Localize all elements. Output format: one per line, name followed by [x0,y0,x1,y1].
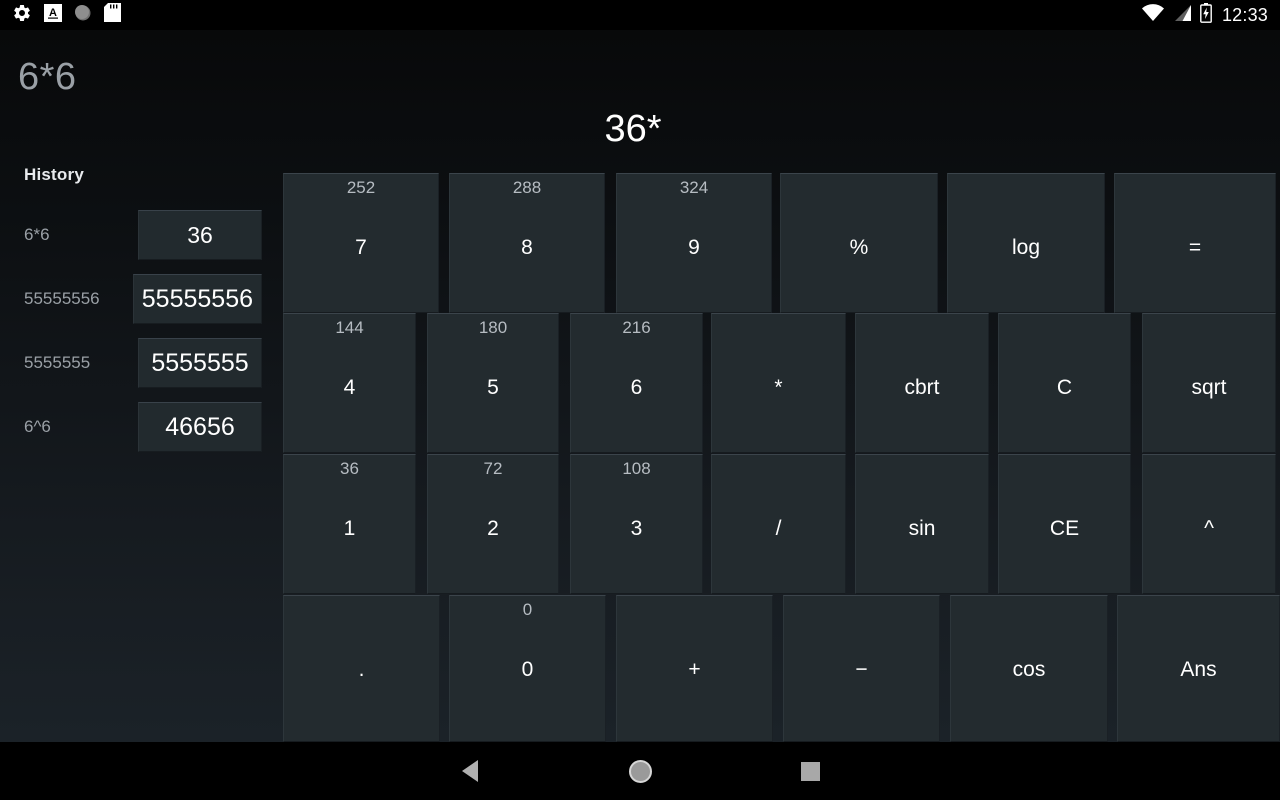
nav-recents-button[interactable] [770,742,850,800]
font-size-a-icon: A [44,3,62,27]
key-label: ^ [1204,517,1214,540]
key-label: 9 [688,236,700,259]
key-digit-5[interactable]: 180 5 [427,313,559,453]
key-label: + [688,658,701,681]
key-label: sqrt [1191,376,1227,399]
key-label: cos [1012,658,1046,681]
key-label: cbrt [904,376,940,399]
key-label: 2 [487,517,499,540]
key-preview-value: 288 [512,178,542,197]
back-icon [462,760,478,782]
device-screen: A 12:33 6*6 36* History 6*6 36 55555556 … [0,0,1280,800]
key-preview-value: 36 [340,459,359,478]
recents-icon [800,761,820,781]
status-bar-right-icons: 12:33 [1141,2,1268,28]
key-function-sqrt[interactable]: sqrt [1142,313,1276,453]
key-function-log[interactable]: log [947,173,1105,313]
key-label: 5 [487,376,499,399]
key-label: 8 [521,236,533,259]
nav-back-button[interactable] [430,742,510,800]
key-label: CE [1049,517,1080,540]
key-label: sin [908,517,936,540]
key-preview-value: 0 [522,600,533,619]
key-digit-9[interactable]: 324 9 [616,173,772,313]
key-digit-6[interactable]: 216 6 [570,313,703,453]
key-label: / [775,517,782,540]
keypad: 252 7 288 8 324 9% log = 144 4 180 5 216 6 * cbrt Csqrt 3… [0,30,1280,742]
key-preview-value: 324 [679,178,709,197]
key-digit-7[interactable]: 252 7 [283,173,439,313]
key-operator-[interactable]: + [616,595,773,742]
home-icon [628,759,652,783]
key-operator-[interactable]: − [783,595,940,742]
status-bar: A 12:33 [0,0,1280,30]
key-function-sin[interactable]: sin [855,454,989,594]
nav-home-button[interactable] [600,742,680,800]
key-label: 6 [630,376,643,399]
key-digit-8[interactable]: 288 8 [449,173,605,313]
wifi-icon [1141,3,1164,27]
key-label: = [1188,236,1202,259]
key-operator-[interactable]: ^ [1142,454,1276,594]
key-label: * [774,376,783,399]
key-clear-CE[interactable]: CE [998,454,1131,594]
key-preview-value: 180 [478,318,508,337]
calculator-app: 6*6 36* History 6*6 36 55555556 55555556 555… [0,30,1280,742]
key-label: − [855,658,868,681]
key-preview-value: 144 [335,318,364,337]
key-label: % [849,236,869,259]
key-preview-value: 72 [483,459,503,478]
status-bar-left-icons: A [12,3,121,28]
key-label: Ans [1180,658,1217,681]
key-memory-Ans[interactable]: Ans [1117,595,1280,742]
key-digit-1[interactable]: 36 1 [283,454,416,594]
key-label: . [358,658,365,681]
key-preview-value: 252 [346,178,376,197]
circle-icon [74,4,92,27]
key-operator-[interactable]: % [780,173,938,313]
svg-text:A: A [49,7,57,19]
battery-charging-icon [1200,2,1212,28]
key-label: 0 [521,658,534,681]
sd-card-icon [104,3,121,27]
status-bar-clock: 12:33 [1221,4,1268,25]
key-digit-4[interactable]: 144 4 [283,313,416,453]
key-function-cbrt[interactable]: cbrt [855,313,989,453]
key-label: 4 [343,376,356,399]
key-function-cos[interactable]: cos [950,595,1108,742]
key-digit-2[interactable]: 72 2 [427,454,559,594]
key-digit-0[interactable]: 00 [449,595,606,742]
key-decimal-[interactable]: . [283,595,440,742]
key-label: C [1056,376,1073,399]
key-label: 7 [355,236,367,259]
key-preview-value: 216 [622,318,651,337]
android-navigation-bar [0,742,1280,800]
gear-icon [12,3,32,28]
signal-icon [1172,4,1192,27]
key-preview-value: 108 [622,459,651,478]
key-digit-3[interactable]: 108 3 [570,454,703,594]
key-clear-C[interactable]: C [998,313,1131,453]
key-operator-[interactable]: * [711,313,846,453]
key-label: 1 [343,517,356,540]
key-label: 3 [630,517,643,540]
key-label: log [1011,236,1041,259]
key-equals-[interactable]: = [1114,173,1276,313]
key-operator-[interactable]: / [711,454,846,594]
